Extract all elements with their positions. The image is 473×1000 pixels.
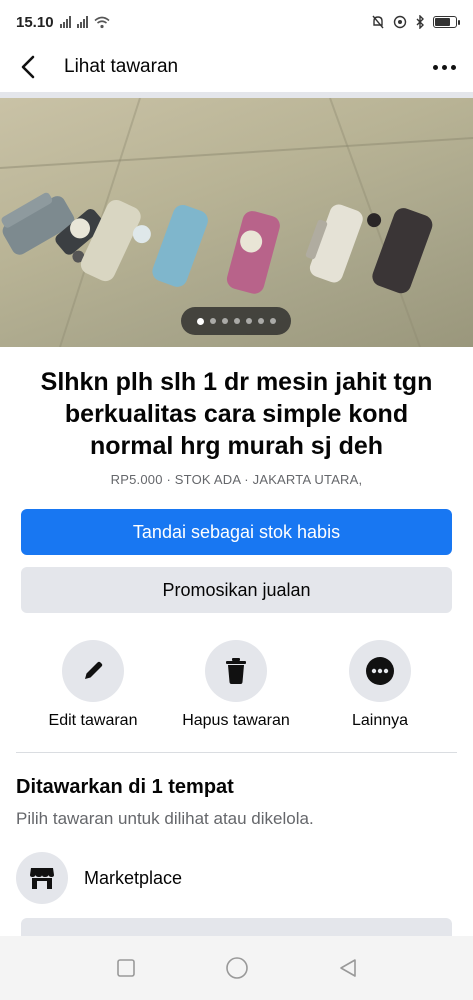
action-row: Edit tawaran Hapus tawaran Lainnya (0, 640, 473, 732)
offered-section-subtitle: Pilih tawaran untuk dilihat atau dikelol… (16, 809, 314, 828)
location-icon (393, 15, 407, 29)
delete-action-label: Hapus tawaran (182, 712, 290, 729)
chevron-left-icon[interactable] (14, 53, 42, 81)
section-divider (16, 752, 457, 753)
back-button[interactable] (333, 953, 363, 983)
storefront-icon (30, 868, 54, 889)
pager-dot (196, 317, 204, 325)
status-bar: 15.10 (0, 0, 473, 44)
place-item-marketplace[interactable]: Marketplace (16, 850, 457, 906)
delete-action-circle[interactable] (205, 640, 267, 702)
edit-action-label: Edit tawaran (48, 712, 138, 729)
promote-button[interactable]: Promosikan jualan (21, 567, 452, 613)
pager-dot (209, 318, 216, 324)
place-icon-circle (16, 852, 68, 904)
square-icon (116, 959, 135, 977)
system-nav-bar (0, 936, 473, 1000)
offered-section-title: Ditawarkan di 1 tempat (16, 776, 234, 798)
wifi-icon (94, 16, 110, 28)
pager-dot (269, 318, 276, 324)
more-action[interactable]: Lainnya (305, 640, 455, 730)
trash-icon (226, 658, 246, 684)
status-time: 15.10 (16, 13, 54, 31)
pager-dot (257, 318, 264, 324)
bluetooth-icon (416, 15, 424, 29)
mute-icon (372, 15, 384, 29)
place-label: Marketplace (84, 867, 183, 888)
triangle-back-icon (339, 959, 356, 977)
listing-meta: RP5.000 · STOK ADA · JAKARTA UTARA, (110, 472, 363, 487)
cellular-signal-icon-2 (76, 16, 88, 28)
more-action-label: Lainnya (351, 712, 409, 729)
more-horizontal-icon[interactable] (429, 52, 459, 82)
mark-sold-button[interactable]: Tandai sebagai stok habis (21, 509, 452, 555)
cellular-signal-icon (59, 16, 71, 28)
more-icon (366, 657, 394, 685)
status-left: 15.10 (16, 14, 110, 31)
battery-fill (435, 18, 451, 26)
pager-dot (233, 318, 240, 324)
app-header: Lihat tawaran (0, 44, 473, 90)
pager-dot (245, 318, 252, 324)
pencil-icon (85, 661, 103, 679)
home-button[interactable] (222, 953, 252, 983)
photo-pager (181, 307, 291, 335)
battery-icon (433, 16, 460, 28)
circle-icon (225, 957, 248, 979)
edit-listing-action[interactable]: Edit tawaran (18, 640, 168, 730)
status-right (371, 15, 460, 29)
pager-dot (221, 318, 228, 324)
edit-action-circle[interactable] (62, 640, 124, 702)
delete-listing-action[interactable]: Hapus tawaran (161, 640, 311, 730)
listing-title: Slhkn plh slh 1 dr mesin jahit tgn berku… (40, 368, 433, 460)
recent-apps-button[interactable] (111, 953, 141, 983)
page-title: Lihat tawaran (64, 56, 179, 77)
more-action-circle[interactable] (349, 640, 411, 702)
